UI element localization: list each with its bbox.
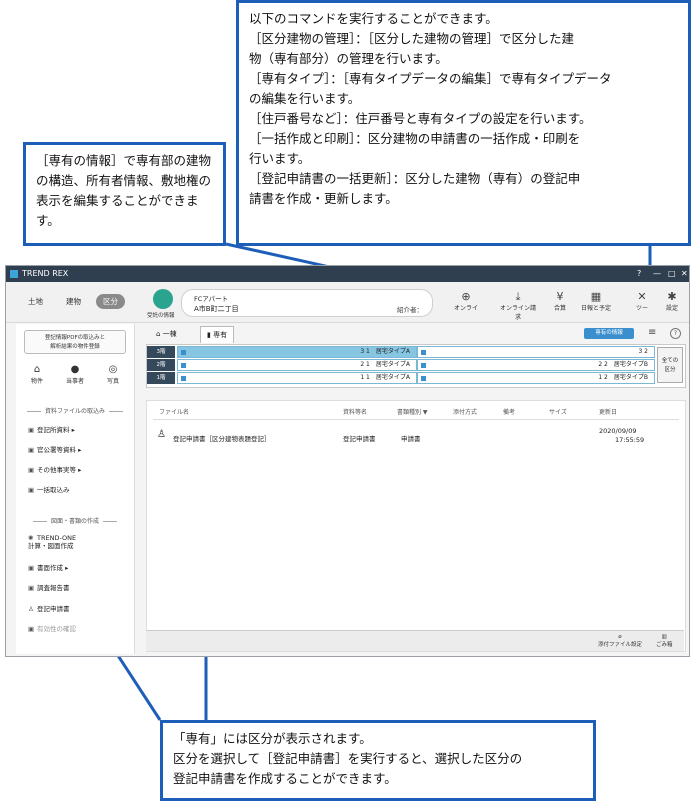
app-logo-icon: [10, 270, 18, 278]
top-toolbar: 土地 建物 区分 受託の情報 FCアパート A市B町二丁目 紹介者： ⊕ オンライ…: [6, 282, 689, 323]
unit-grid: 3階 3 1 居宅タイプA 3 2 2階 2 1 居宅タイプA 2 2 居宅タイ…: [146, 344, 686, 388]
unit-cell[interactable]: 3 2: [417, 346, 655, 358]
trash-icon: ▥: [661, 634, 667, 640]
person-doc-icon: ♙: [28, 605, 34, 613]
maximize-control[interactable]: □: [668, 266, 676, 282]
gear-icon: ✱: [667, 290, 677, 303]
toolbar-sum-button[interactable]: ¥ 合算: [540, 290, 580, 312]
property-name: FCアパート: [194, 295, 229, 303]
segment-unit[interactable]: 区分: [96, 294, 125, 309]
help-icon[interactable]: ?: [670, 328, 681, 339]
file-date: 2020/09/09: [599, 427, 637, 435]
unit-cell[interactable]: 2 2 居宅タイプB: [417, 359, 655, 371]
unit-cell[interactable]: 3 1 居宅タイプA: [177, 346, 417, 358]
callout-commands: 以下のコマンドを実行することができます。 ［区分建物の管理］：［区分した建物の管…: [236, 0, 691, 246]
main-panel: ⌂ 一棟 ▮ 専有 専有の情報 ≡ ? 3階 3 1 居宅タイプA 3 2 2階…: [144, 324, 687, 654]
file-actions-bar: ⌀ 添付ファイル設定 ▥ ごみ箱: [146, 630, 684, 651]
toolbar-request-button[interactable]: ⤓ オンライン請求: [498, 290, 538, 321]
attach-settings-button[interactable]: ⌀ 添付ファイル設定: [598, 634, 642, 648]
toolbar-online-button[interactable]: ⊕ オンライ: [446, 290, 486, 312]
col-attach[interactable]: 添付方式: [453, 407, 477, 416]
floor-row-3: 3階 3 1 居宅タイプA 3 2: [147, 346, 655, 358]
calendar-icon: ▦: [590, 290, 602, 303]
property-box[interactable]: FCアパート A市B町二丁目 紹介者：: [181, 289, 433, 317]
sidebar-item-application[interactable]: ♙ 登記申請書: [28, 603, 70, 613]
sidebar-item-government[interactable]: ▣ 官公署等資料 ▸: [28, 444, 81, 454]
unit-cell[interactable]: 2 1 居宅タイプA: [177, 359, 417, 371]
camera-icon: ◎: [108, 364, 118, 375]
clip-icon: ⌀: [618, 634, 622, 640]
property-address: A市B町二丁目: [194, 305, 239, 313]
sidebar-item-trend-one[interactable]: ✺ TREND-ONE 計算・図面作成: [28, 534, 76, 550]
sidebar-item-registry[interactable]: ▣ 登記所資料 ▸: [28, 424, 75, 434]
col-note[interactable]: 備考: [503, 407, 515, 416]
file-docname: 登記申請書: [343, 435, 376, 443]
toolbar-settings-button[interactable]: ✱ 設定: [652, 290, 689, 312]
col-updated[interactable]: 更新日: [599, 407, 617, 416]
sidebar-property[interactable]: ⌂ 物件: [22, 364, 52, 385]
yen-icon: ¥: [556, 290, 564, 303]
help-control[interactable]: ?: [637, 266, 641, 282]
floor-row-1: 1階 1 1 居宅タイプA 1 2 居宅タイプB: [147, 372, 655, 384]
file-name[interactable]: 登記申請書［区分建物表題登記］: [173, 433, 271, 443]
trash-button[interactable]: ▥ ごみ箱: [656, 634, 673, 648]
app-window: TREND REX ? — □ ✕ 土地 建物 区分 受託の情報 FCアパート …: [5, 265, 690, 657]
callout-unit-tab: 「専有」には区分が表示されます。 区分を選択して［登記申請書］を実行すると、選択…: [160, 720, 596, 801]
import-pdf-button[interactable]: 登記情報PDFの取込みと 解析結果の物件登録: [24, 330, 126, 354]
segment-building[interactable]: 建物: [66, 296, 81, 307]
tab-whole-building[interactable]: ⌂ 一棟: [150, 326, 183, 342]
file-list: ファイル名 資料等名 書類種別 ▼ 添付方式 備考 サイズ 更新日 ♙ 登記申請…: [146, 400, 686, 652]
app-title: TREND REX: [22, 269, 69, 278]
tab-bar: ⌂ 一棟 ▮ 専有 専有の情報 ≡ ?: [144, 324, 687, 343]
sidebar-photo[interactable]: ◎ 写真: [98, 364, 128, 385]
person-icon: ●: [70, 364, 80, 375]
globe-icon: ⊕: [461, 290, 471, 303]
tab-unit[interactable]: ▮ 専有: [200, 326, 235, 343]
trend-one-icon: ✺: [28, 534, 34, 542]
received-info-icon[interactable]: [153, 289, 173, 309]
col-docname[interactable]: 資料等名: [343, 407, 367, 416]
section-create: 図面・書類の作成: [16, 516, 134, 525]
toolbar-schedule-button[interactable]: ▦ 日報と予定: [576, 290, 616, 312]
file-time: 17:55:59: [615, 436, 645, 444]
file-kind: 申請書: [401, 435, 421, 443]
col-size[interactable]: サイズ: [549, 407, 567, 416]
minimize-control[interactable]: —: [653, 266, 661, 282]
sidebar-parties[interactable]: ● 当事者: [60, 364, 90, 385]
sidebar-item-other[interactable]: ▣ その他事実等 ▸: [28, 464, 81, 474]
introducer-label: 紹介者：: [397, 306, 423, 314]
sidebar-item-survey[interactable]: ▣ 調査報告書: [28, 582, 70, 592]
left-sidebar: 登記情報PDFの取込みと 解析結果の物件登録 ⌂ 物件 ● 当事者 ◎ 写真 資料ファ…: [16, 324, 135, 654]
download-icon: ⤓: [515, 290, 521, 303]
all-units-button[interactable]: 全ての 区分: [657, 347, 683, 383]
title-bar: TREND REX ? — □ ✕: [6, 266, 689, 282]
close-control[interactable]: ✕: [681, 266, 688, 282]
person-doc-icon: ♙: [157, 429, 166, 440]
sidebar-item-documents[interactable]: ▣ 書面作成 ▸: [28, 562, 68, 572]
floor-row-2: 2階 2 1 居宅タイプA 2 2 居宅タイプB: [147, 359, 655, 371]
menu-icon[interactable]: ≡: [648, 327, 656, 338]
house-icon: ⌂: [33, 364, 41, 375]
callout-unit-info: ［専有の情報］で専有部の建物の構造、所有者情報、敷地権の表示を編集することができ…: [23, 142, 226, 246]
section-import: 資料ファイルの取込み: [16, 406, 134, 415]
sidebar-item-batch[interactable]: ▣ 一括取込み: [28, 484, 70, 494]
received-info-label: 受託の情報: [147, 313, 175, 319]
col-filename[interactable]: ファイル名: [159, 407, 189, 416]
unit-info-button[interactable]: 専有の情報: [584, 328, 634, 339]
unit-cell[interactable]: 1 2 居宅タイプB: [417, 372, 655, 384]
unit-cell[interactable]: 1 1 居宅タイプA: [177, 372, 417, 384]
segment-land[interactable]: 土地: [28, 296, 43, 307]
sidebar-item-validity[interactable]: ▣ 有効性の確認: [28, 623, 76, 633]
col-kind[interactable]: 書類種別 ▼: [397, 407, 428, 416]
